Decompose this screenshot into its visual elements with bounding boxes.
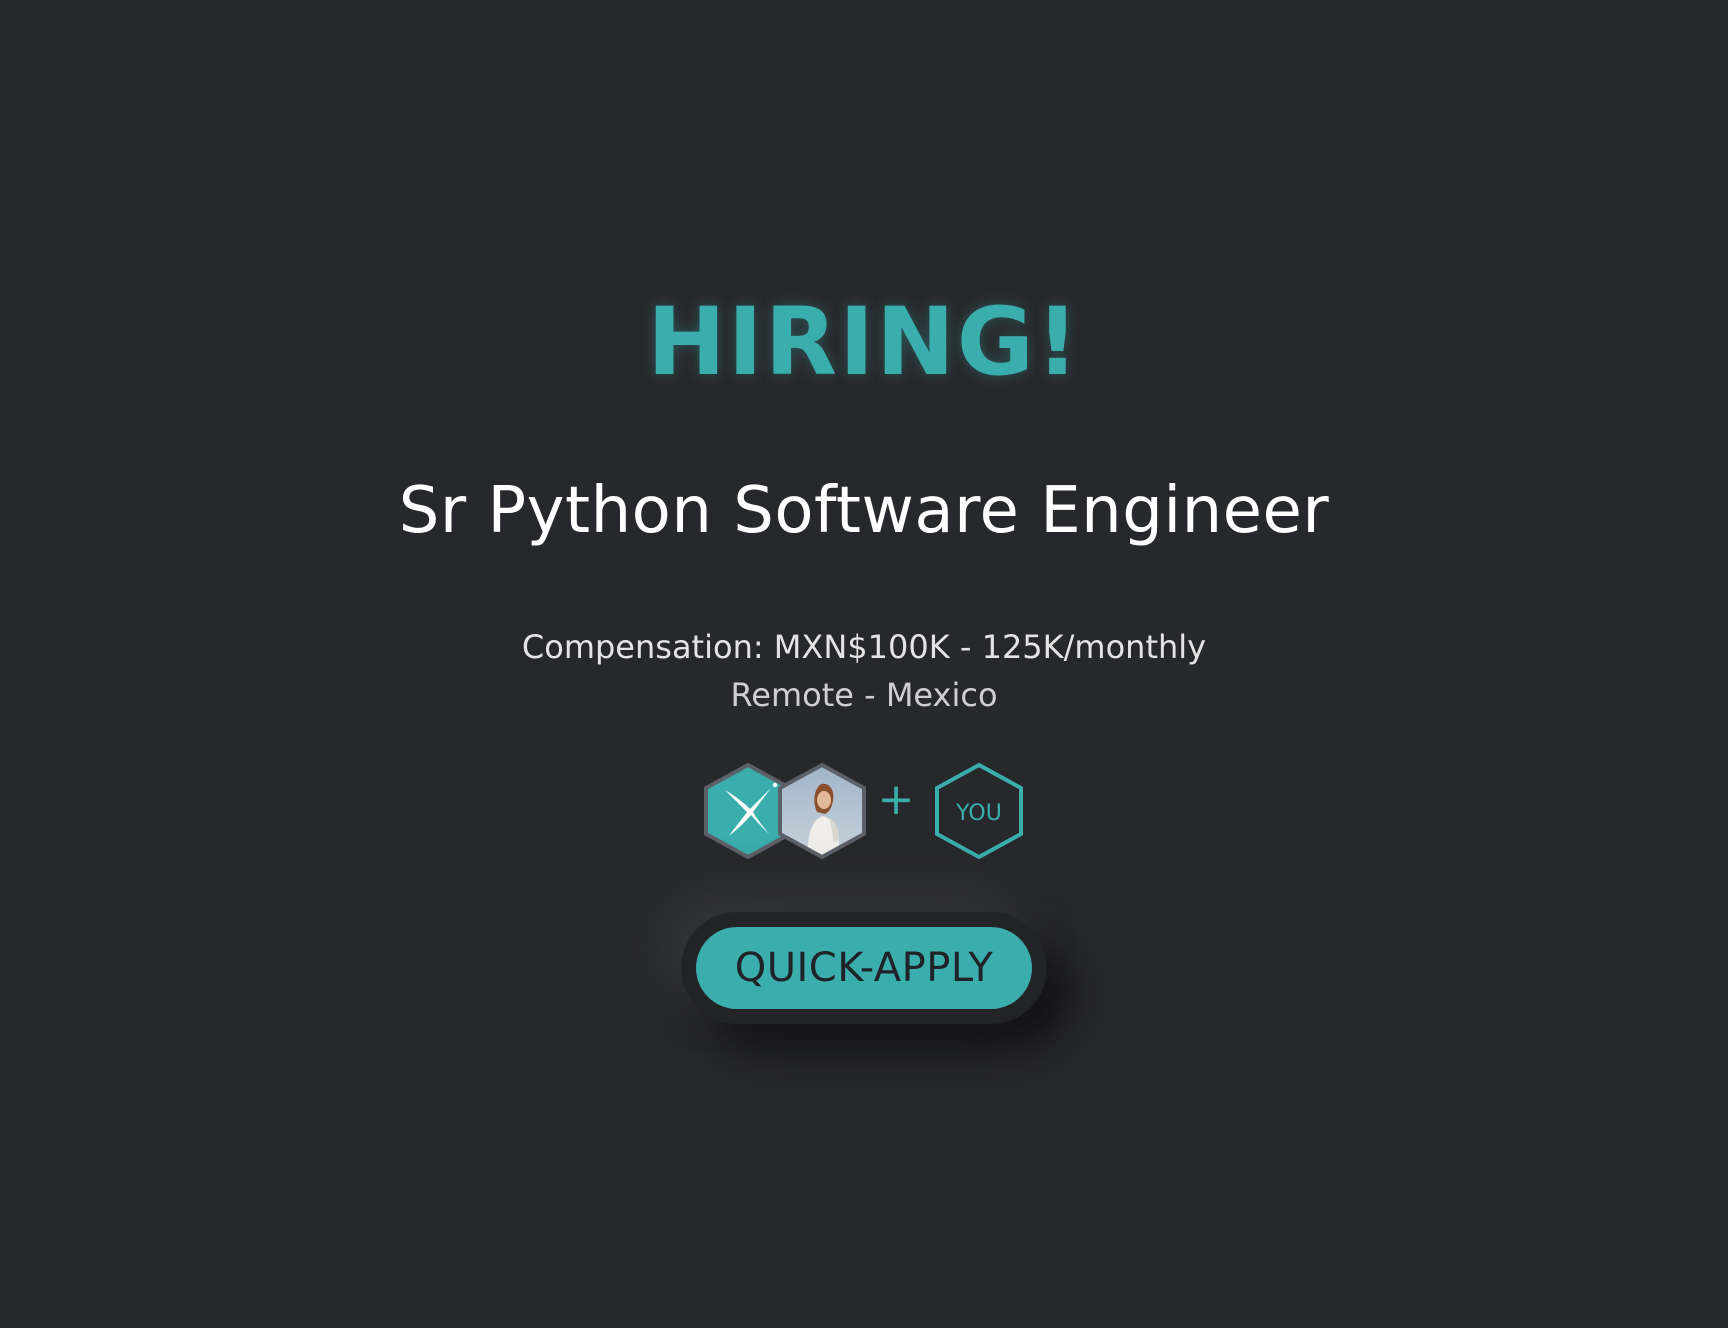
you-label: YOU	[955, 801, 1002, 826]
quick-apply-shell: QUICK-APPLY	[681, 912, 1047, 1024]
hiring-headline: HIRING!	[647, 288, 1081, 397]
location-text: Remote - Mexico	[730, 676, 998, 714]
team-row: + YOU	[0, 762, 1728, 862]
recruiter-avatar	[778, 762, 866, 860]
quick-apply-button[interactable]: QUICK-APPLY	[696, 927, 1032, 1009]
job-title: Sr Python Software Engineer	[398, 474, 1330, 548]
plus-sign: +	[877, 774, 915, 825]
compensation-text: Compensation: MXN$100K - 125K/monthly	[521, 628, 1207, 666]
job-banner-page: HIRING! Sr Python Software Engineer Comp…	[0, 0, 1728, 1328]
you-hexagon-icon: YOU	[935, 762, 1023, 860]
